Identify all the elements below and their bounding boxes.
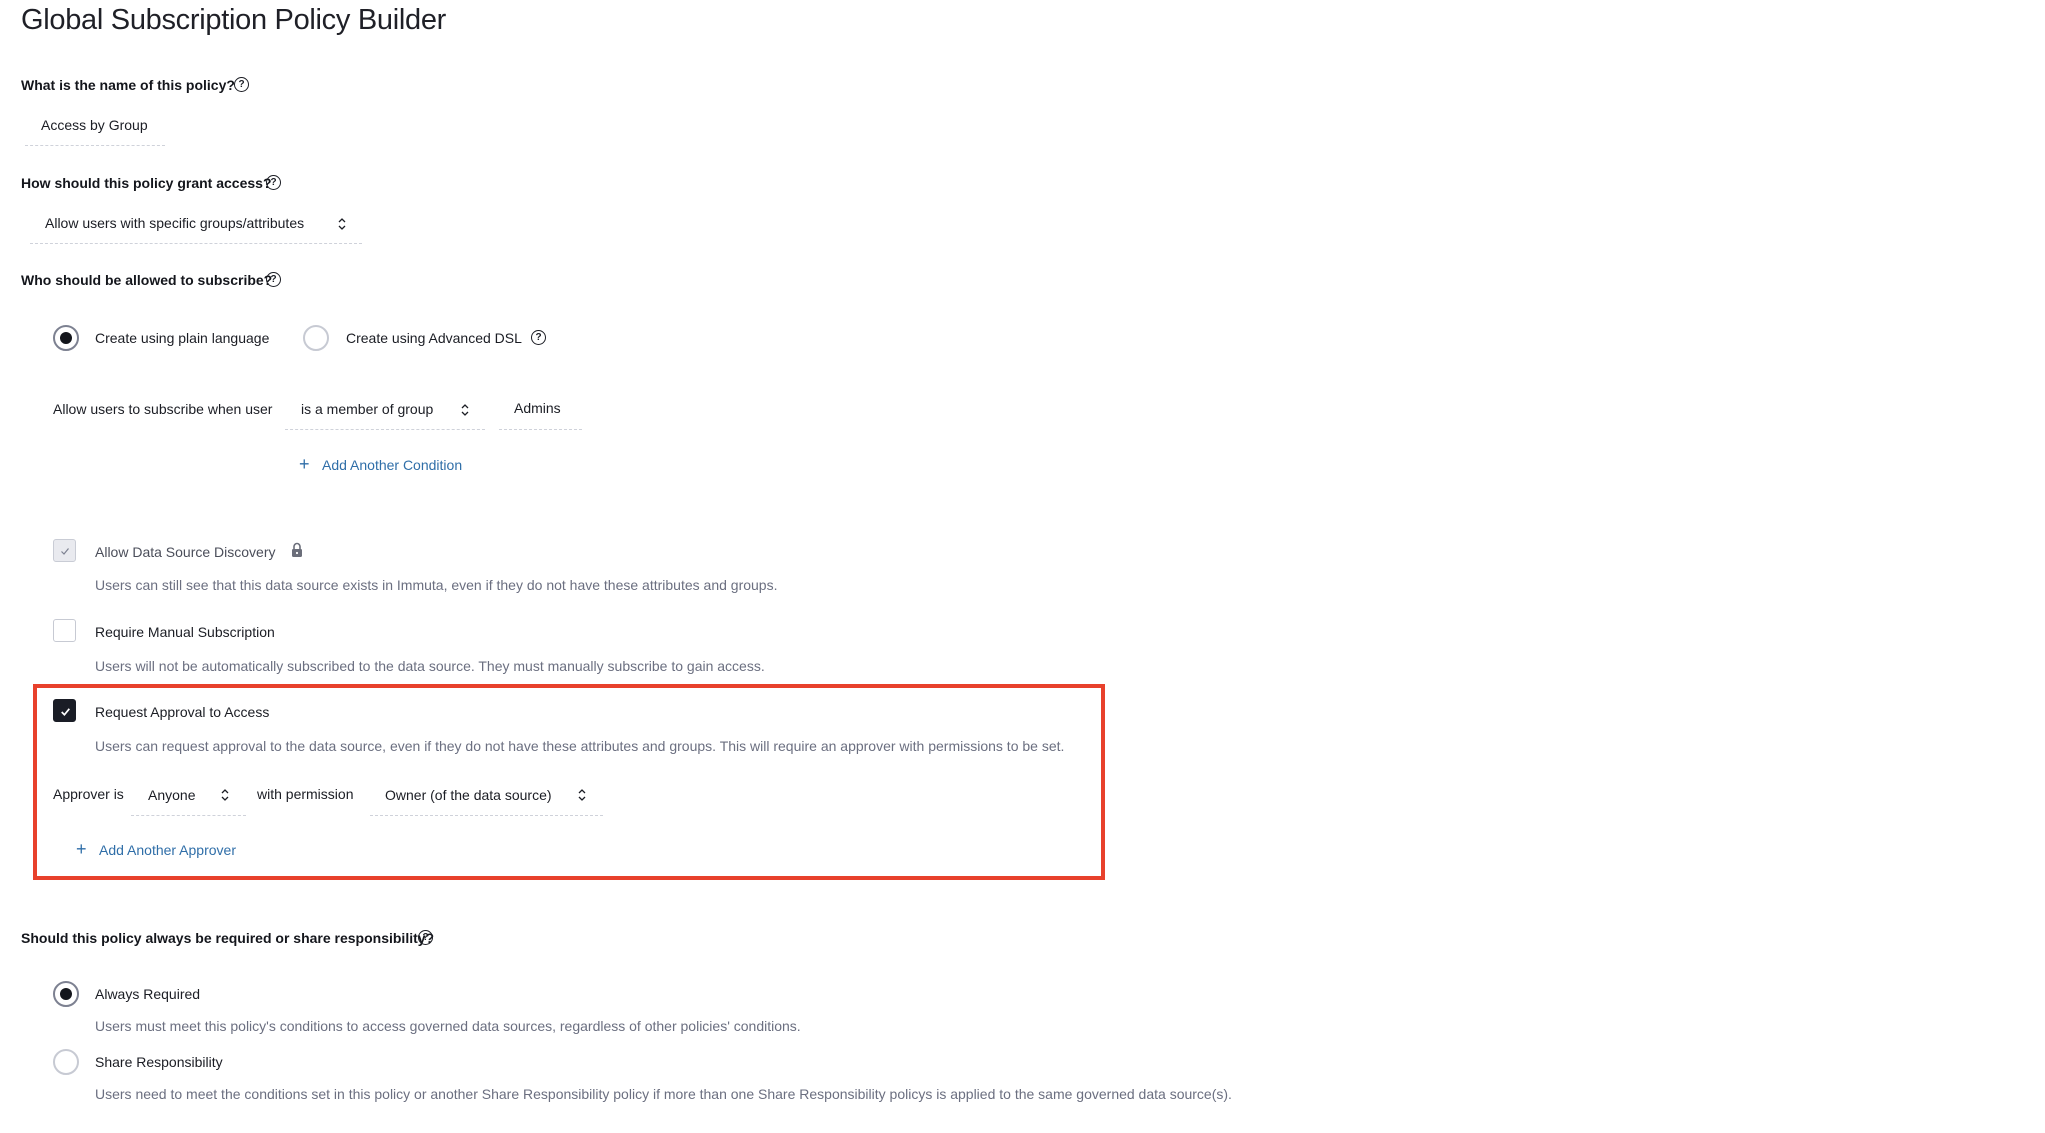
approver-select[interactable]: Anyone: [148, 786, 195, 804]
require-manual-subscription-label[interactable]: Require Manual Subscription: [95, 623, 275, 641]
always-required-description: Users must meet this policy's conditions…: [95, 1018, 801, 1034]
request-approval-checkbox[interactable]: [53, 699, 76, 722]
grant-access-question: How should this policy grant access?: [21, 175, 272, 191]
lock-icon: [292, 542, 302, 557]
add-condition-button[interactable]: Add Another Condition: [322, 456, 462, 474]
radio-advanced-dsl[interactable]: [303, 325, 329, 351]
approver-middle-text: with permission: [257, 786, 354, 802]
share-responsibility-description: Users need to meet the conditions set in…: [95, 1086, 1232, 1102]
radio-plain-language[interactable]: [53, 325, 79, 351]
help-circle-icon[interactable]: ?: [234, 77, 249, 92]
chevron-up-down-icon[interactable]: [220, 787, 230, 803]
condition-value-input[interactable]: Admins: [514, 399, 561, 417]
help-circle-icon[interactable]: ?: [266, 175, 281, 190]
chevron-up-down-icon[interactable]: [337, 216, 347, 232]
plus-icon[interactable]: +: [76, 840, 87, 858]
checkmark-icon: [61, 548, 69, 555]
condition-prefix: Allow users to subscribe when user: [53, 401, 273, 417]
help-circle-icon[interactable]: ?: [531, 330, 546, 345]
condition-value-underline: [499, 429, 582, 430]
policy-name-input-underline: [25, 145, 165, 146]
grant-access-select[interactable]: Allow users with specific groups/attribu…: [45, 214, 304, 232]
subscribers-question: Who should be allowed to subscribe?: [21, 272, 273, 288]
radio-share-responsibility[interactable]: [53, 1049, 79, 1075]
allow-discovery-description: Users can still see that this data sourc…: [95, 577, 778, 593]
require-manual-subscription-description: Users will not be automatically subscrib…: [95, 658, 765, 674]
chevron-up-down-icon[interactable]: [460, 402, 470, 418]
permission-select-underline: [370, 815, 603, 816]
add-approver-button[interactable]: Add Another Approver: [99, 841, 236, 859]
request-approval-label[interactable]: Request Approval to Access: [95, 703, 269, 721]
plus-icon[interactable]: +: [299, 455, 310, 473]
radio-always-required[interactable]: [53, 981, 79, 1007]
radio-always-required-label[interactable]: Always Required: [95, 985, 200, 1003]
chevron-up-down-icon[interactable]: [577, 787, 587, 803]
allow-discovery-label: Allow Data Source Discovery: [95, 544, 276, 560]
grant-access-select-underline: [30, 243, 362, 244]
page-title: Global Subscription Policy Builder: [21, 4, 447, 36]
request-approval-description: Users can request approval to the data s…: [95, 738, 1065, 754]
radio-share-responsibility-label[interactable]: Share Responsibility: [95, 1053, 223, 1071]
checkmark-icon: [61, 708, 70, 717]
help-circle-icon[interactable]: ?: [266, 272, 281, 287]
condition-operator-underline: [285, 429, 485, 430]
policy-name-input[interactable]: Access by Group: [41, 116, 148, 134]
allow-discovery-checkbox[interactable]: [53, 539, 76, 562]
approver-prefix: Approver is: [53, 786, 124, 802]
policy-name-question: What is the name of this policy?: [21, 77, 235, 93]
condition-operator-select[interactable]: is a member of group: [301, 400, 433, 418]
require-manual-subscription-checkbox[interactable]: [53, 619, 76, 642]
radio-advanced-dsl-label[interactable]: Create using Advanced DSL: [346, 329, 522, 347]
radio-plain-language-label[interactable]: Create using plain language: [95, 329, 269, 347]
approver-select-underline: [131, 815, 246, 816]
permission-select[interactable]: Owner (of the data source): [385, 786, 552, 804]
help-circle-icon[interactable]: ?: [418, 930, 433, 945]
responsibility-question: Should this policy always be required or…: [21, 930, 435, 946]
